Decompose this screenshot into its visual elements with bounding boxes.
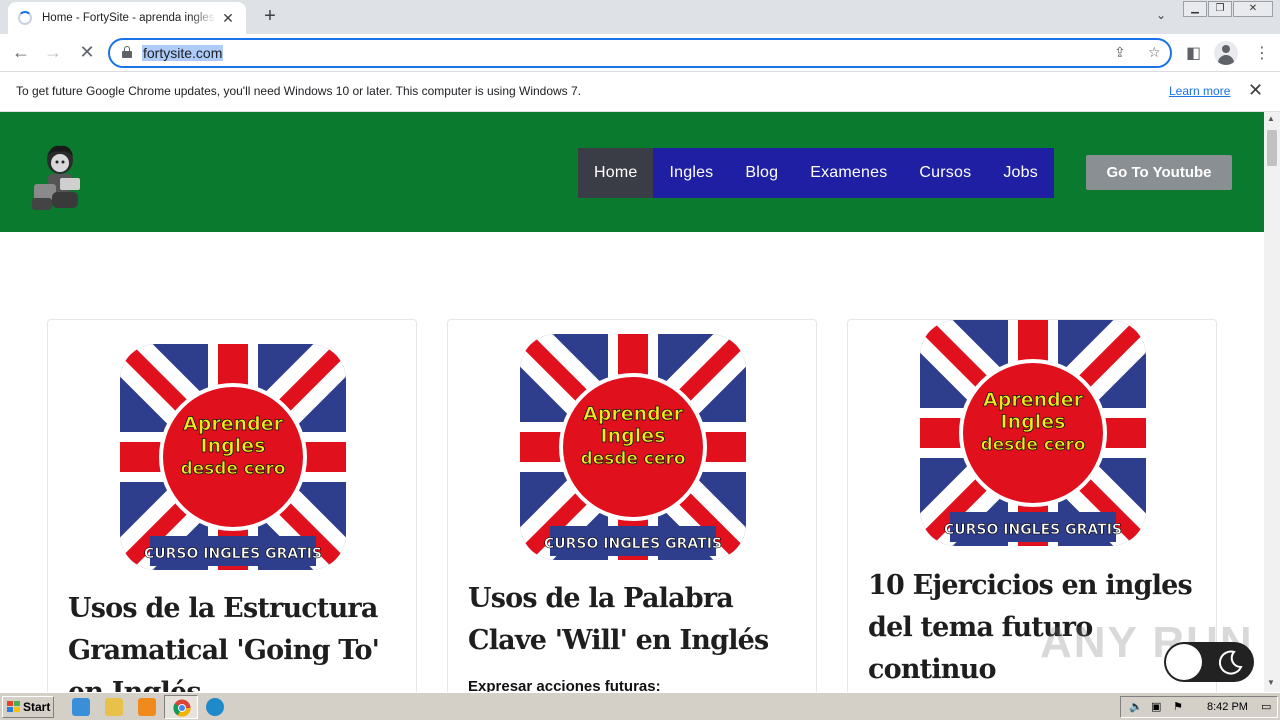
nav-cursos[interactable]: Cursos bbox=[903, 148, 987, 198]
union-jack-thumbnail-image: Aprender Ingles desde cero CURSO INGLES … bbox=[520, 334, 746, 560]
post-card[interactable]: Aprender Ingles desde cero CURSO INGLES … bbox=[447, 319, 817, 692]
update-infobar: To get future Google Chrome updates, you… bbox=[0, 72, 1280, 112]
infobar-message: To get future Google Chrome updates, you… bbox=[16, 84, 582, 98]
restore-button[interactable]: ❐ bbox=[1208, 1, 1232, 17]
menu-kebab-icon[interactable]: ⋮ bbox=[1254, 43, 1270, 63]
volume-icon[interactable]: 🔈 bbox=[1129, 700, 1143, 713]
chrome-icon bbox=[173, 699, 191, 717]
tab-title: Home - FortySite - aprenda ingles gratis bbox=[42, 12, 216, 24]
moon-icon bbox=[1218, 650, 1243, 675]
lock-icon[interactable] bbox=[122, 46, 132, 58]
taskbar-clock[interactable]: 8:42 PM bbox=[1207, 701, 1248, 713]
site-logo[interactable] bbox=[30, 138, 88, 212]
post-thumbnail[interactable]: Aprender Ingles desde cero CURSO INGLES … bbox=[920, 320, 1146, 546]
toggle-knob bbox=[1166, 644, 1202, 680]
nav-home[interactable]: Home bbox=[578, 148, 654, 198]
thumb-line2: Ingles bbox=[1001, 411, 1066, 433]
main-nav: Home Ingles Blog Examenes Cursos Jobs bbox=[578, 148, 1054, 198]
scroll-down-arrow-icon[interactable]: ▼ bbox=[1267, 678, 1275, 687]
scrollbar-thumb[interactable] bbox=[1267, 130, 1277, 166]
thumb-footer: CURSO INGLES GRATIS bbox=[544, 536, 722, 552]
tab-close-icon[interactable]: ✕ bbox=[220, 10, 236, 26]
loading-spinner-icon bbox=[18, 11, 32, 25]
dark-mode-toggle[interactable] bbox=[1164, 642, 1254, 682]
share-icon[interactable]: ⇪ bbox=[1114, 44, 1126, 61]
side-panel-icon[interactable]: ◧ bbox=[1186, 43, 1201, 63]
page-scrollbar[interactable]: ▲ ▼ bbox=[1264, 112, 1280, 692]
folder-icon[interactable] bbox=[105, 698, 123, 716]
network-icon[interactable]: ▣ bbox=[1151, 700, 1161, 713]
media-player-icon[interactable] bbox=[138, 698, 156, 716]
profile-avatar[interactable] bbox=[1214, 41, 1238, 65]
stop-loading-button[interactable]: ✕ bbox=[74, 41, 100, 65]
close-window-button[interactable]: ✕ bbox=[1233, 1, 1273, 17]
start-button[interactable]: Start bbox=[2, 696, 54, 718]
system-tray: 🔈 ▣ ⚑ 8:42 PM ▭ bbox=[1120, 696, 1278, 718]
show-desktop-icon[interactable]: ▭ bbox=[1261, 700, 1271, 713]
union-jack-thumbnail-image: Aprender Ingles desde cero CURSO INGLES … bbox=[120, 344, 346, 570]
thumb-line1: Aprender bbox=[983, 389, 1084, 411]
thumb-line3: desde cero bbox=[980, 435, 1085, 455]
address-bar[interactable]: fortysite.com ⇪ ☆ bbox=[108, 38, 1172, 68]
post-thumbnail[interactable]: Aprender Ingles desde cero CURSO INGLES … bbox=[520, 334, 746, 560]
browser-tab[interactable]: Home - FortySite - aprenda ingles gratis… bbox=[8, 2, 246, 34]
edge-icon[interactable] bbox=[206, 698, 224, 716]
url-text[interactable]: fortysite.com bbox=[142, 45, 224, 61]
thumb-footer: CURSO INGLES GRATIS bbox=[944, 522, 1122, 538]
nav-blog[interactable]: Blog bbox=[729, 148, 794, 198]
site-header: Home Ingles Blog Examenes Cursos Jobs Go… bbox=[0, 112, 1264, 232]
tab-search-chevron-icon[interactable]: ⌄ bbox=[1150, 8, 1172, 26]
go-to-youtube-button[interactable]: Go To Youtube bbox=[1086, 155, 1232, 190]
web-page: Home Ingles Blog Examenes Cursos Jobs Go… bbox=[0, 112, 1264, 692]
minimize-button[interactable]: ▁ bbox=[1183, 1, 1207, 17]
browser-toolbar: ← → ✕ fortysite.com ⇪ ☆ ◧ ⋮ bbox=[0, 34, 1280, 72]
windows-flag-icon bbox=[7, 701, 20, 712]
thumb-line2: Ingles bbox=[601, 425, 666, 447]
thumb-line2: Ingles bbox=[201, 435, 266, 457]
thumb-line1: Aprender bbox=[583, 403, 684, 425]
post-card[interactable]: Aprender Ingles desde cero CURSO INGLES … bbox=[47, 319, 417, 692]
thumb-line3: desde cero bbox=[580, 449, 685, 469]
back-button[interactable]: ← bbox=[8, 41, 34, 65]
post-excerpt: Expresar acciones futuras: bbox=[468, 678, 661, 692]
post-thumbnail[interactable]: Aprender Ingles desde cero CURSO INGLES … bbox=[120, 344, 346, 570]
thumb-line3: desde cero bbox=[180, 459, 285, 479]
post-title[interactable]: Usos de la Palabra Clave 'Will' en Inglé… bbox=[468, 578, 808, 662]
learn-more-link[interactable]: Learn more bbox=[1169, 84, 1230, 98]
tab-strip: Home - FortySite - aprenda ingles gratis… bbox=[0, 0, 1280, 34]
internet-explorer-icon[interactable] bbox=[72, 698, 90, 716]
nav-ingles[interactable]: Ingles bbox=[653, 148, 729, 198]
thumb-line1: Aprender bbox=[183, 413, 284, 435]
nav-examenes[interactable]: Examenes bbox=[794, 148, 903, 198]
start-label: Start bbox=[23, 700, 51, 714]
nav-jobs[interactable]: Jobs bbox=[987, 148, 1054, 198]
thumb-footer: CURSO INGLES GRATIS bbox=[144, 546, 322, 562]
post-title[interactable]: Usos de la Estructura Gramatical 'Going … bbox=[68, 588, 408, 692]
forward-button[interactable]: → bbox=[40, 41, 66, 65]
bookmark-star-icon[interactable]: ☆ bbox=[1148, 44, 1161, 61]
infobar-close-icon[interactable]: ✕ bbox=[1248, 80, 1263, 101]
union-jack-thumbnail-image: Aprender Ingles desde cero CURSO INGLES … bbox=[920, 320, 1146, 546]
action-center-flag-icon[interactable]: ⚑ bbox=[1173, 700, 1183, 713]
taskbar-chrome-app[interactable] bbox=[164, 695, 198, 719]
scroll-up-arrow-icon[interactable]: ▲ bbox=[1267, 114, 1275, 123]
new-tab-button[interactable]: + bbox=[258, 6, 282, 28]
windows-taskbar: Start 🔈 ▣ ⚑ 8:42 PM ▭ bbox=[0, 692, 1280, 720]
